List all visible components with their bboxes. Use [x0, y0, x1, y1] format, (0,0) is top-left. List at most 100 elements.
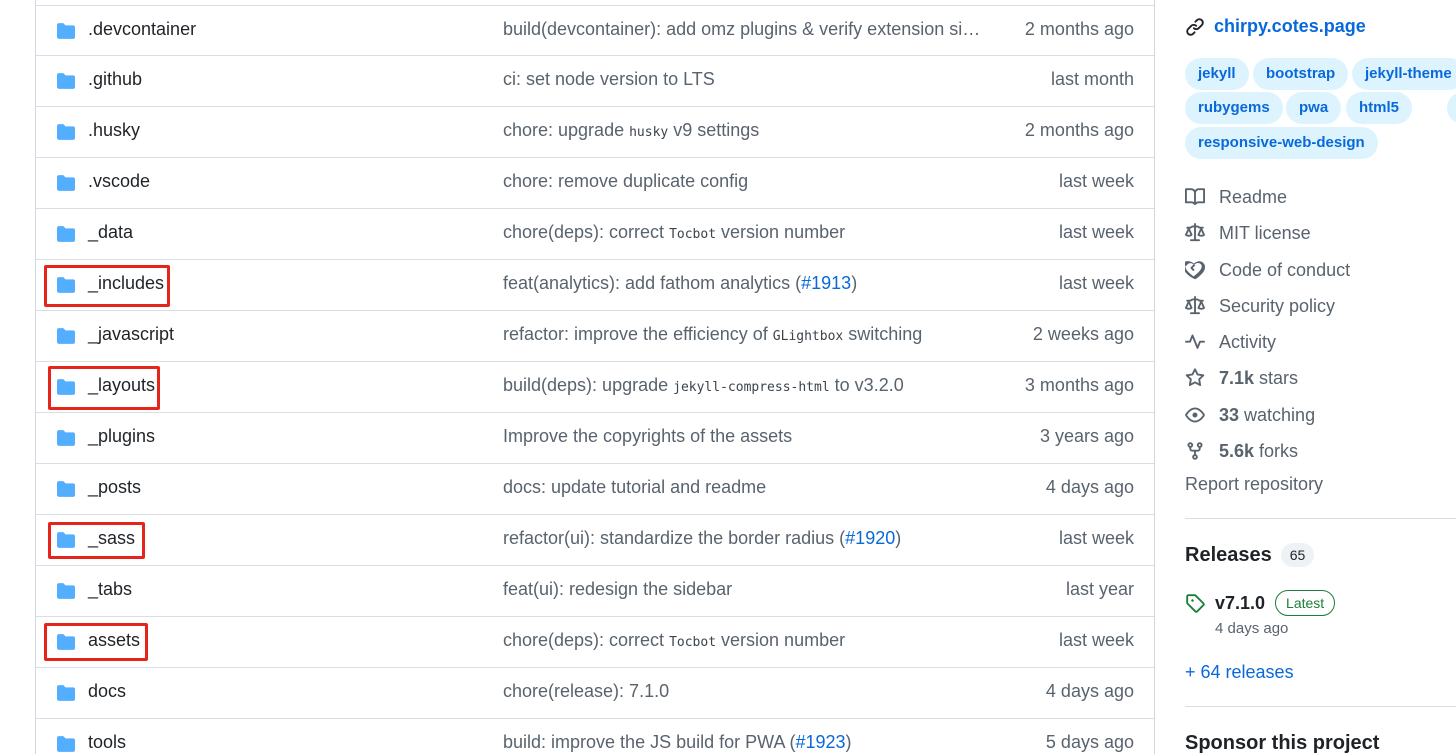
topic-tag[interactable]: bootstrap [1253, 58, 1349, 90]
stars-link[interactable]: 7.1k stars [1185, 365, 1298, 391]
license-link[interactable]: MIT license [1185, 220, 1311, 246]
commit-pr-link[interactable]: #1913 [801, 273, 851, 293]
activity-link[interactable]: Activity [1185, 329, 1276, 355]
file-row[interactable]: .husky chore: upgrade husky v9 settings 2 … [36, 107, 1154, 158]
topic-tag[interactable]: pwa [1286, 92, 1342, 124]
commit-text: switching [843, 324, 923, 344]
file-list: .devcontainer build(devcontainer): add om… [35, 0, 1155, 754]
commit-time: last week [1058, 273, 1134, 293]
file-name-link[interactable]: docs [88, 681, 126, 702]
file-name-link[interactable]: .devcontainer [88, 19, 196, 40]
commit-message[interactable]: feat(analytics): add fathom analytics (#… [503, 273, 857, 294]
security-policy-link[interactable]: Security policy [1185, 293, 1335, 319]
homepage-link-text[interactable]: chirpy.cotes.page [1214, 16, 1366, 37]
watchers-label: watching [1244, 404, 1316, 425]
file-name-link[interactable]: _data [88, 222, 133, 243]
commit-message[interactable]: chore: upgrade husky v9 settings [503, 120, 759, 141]
file-name-link[interactable]: _tabs [88, 579, 132, 600]
watchers-link[interactable]: 33 watching [1185, 402, 1315, 428]
file-name-link[interactable]: tools [88, 732, 126, 753]
file-row[interactable]: _sass refactor(ui): standardize the borde… [36, 515, 1154, 566]
commit-text: refactor(ui): standardize the border rad… [503, 528, 846, 548]
commit-time: 3 years ago [1039, 426, 1134, 446]
law-icon [1185, 296, 1205, 315]
commit-time: last week [1058, 630, 1134, 650]
code-of-conduct-link[interactable]: Code of conduct [1185, 257, 1350, 283]
topic-tag[interactable]: jam [1447, 92, 1456, 124]
file-name-link[interactable]: .husky [88, 120, 140, 141]
file-name-link[interactable]: assets [88, 630, 140, 651]
forks-count: 5.6k [1219, 440, 1255, 461]
stars-count: 7.1k [1219, 367, 1255, 388]
file-name-link[interactable]: _plugins [88, 426, 155, 447]
file-row[interactable]: assets chore(deps): correct Tocbot versio… [36, 617, 1154, 668]
commit-text: chore(release): 7.1.0 [503, 681, 670, 701]
commit-text: feat(analytics): add fathom analytics ( [503, 273, 802, 293]
file-name-link[interactable]: _javascript [88, 324, 174, 345]
folder-icon [57, 277, 75, 293]
commit-text: chore(deps): correct [503, 630, 670, 650]
file-row[interactable]: _plugins Improve the copyrights of the as… [36, 413, 1154, 464]
commit-text: ) [895, 528, 902, 548]
homepage-link[interactable]: chirpy.cotes.page [1185, 16, 1366, 37]
file-row[interactable]: _posts docs: update tutorial and readme 4 … [36, 464, 1154, 515]
folder-icon [57, 73, 75, 89]
law-icon [1185, 223, 1205, 242]
report-repository-link[interactable]: Report repository [1185, 474, 1323, 495]
file-name-link[interactable]: _layouts [88, 375, 155, 396]
file-row[interactable]: .devcontainer build(devcontainer): add om… [36, 5, 1154, 56]
commit-message[interactable]: chore(deps): correct Tocbot version numb… [503, 630, 845, 651]
topic-tag[interactable]: jekyll [1185, 58, 1249, 90]
commit-message[interactable]: build(devcontainer): add omz plugins & v… [503, 19, 987, 40]
file-row[interactable]: _includes feat(analytics): add fathom ana… [36, 260, 1154, 311]
commit-pr-link[interactable]: #1923 [795, 732, 845, 752]
commit-code: Tocbot [669, 227, 717, 242]
commit-time: 3 months ago [1024, 375, 1134, 395]
latest-release[interactable]: v7.1.0 Latest [1185, 590, 1336, 616]
commit-pr-link[interactable]: #1920 [845, 528, 895, 548]
commit-message[interactable]: build: improve the JS build for PWA (#19… [503, 732, 852, 753]
file-row[interactable]: .github ci: set node version to LTS last m… [36, 56, 1154, 107]
commit-code: GLightbox [772, 329, 844, 344]
commit-message[interactable]: refactor(ui): standardize the border rad… [503, 528, 901, 549]
file-row[interactable]: _data chore(deps): correct Tocbot version… [36, 209, 1154, 260]
file-row[interactable]: _tabs feat(ui): redesign the sidebar last … [36, 566, 1154, 617]
watchers-count: 33 [1219, 404, 1240, 425]
topic-tag[interactable]: rubygems [1185, 92, 1283, 124]
file-name-link[interactable]: .github [88, 69, 142, 90]
commit-message[interactable]: ci: set node version to LTS [503, 69, 715, 90]
commit-message[interactable]: chore: remove duplicate config [503, 171, 748, 192]
commit-message[interactable]: refactor: improve the efficiency of GLig… [503, 324, 922, 345]
file-row[interactable]: _javascript refactor: improve the efficie… [36, 311, 1154, 362]
file-name-link[interactable]: _sass [88, 528, 135, 549]
forks-link[interactable]: 5.6k forks [1185, 438, 1298, 464]
topic-tag[interactable]: responsive-web-design [1185, 127, 1378, 159]
topic-tag[interactable]: html5 [1346, 92, 1413, 124]
commit-message[interactable]: build(deps): upgrade jekyll-compress-htm… [503, 375, 904, 396]
file-name-link[interactable]: _includes [88, 273, 164, 294]
file-name-link[interactable]: .vscode [88, 171, 150, 192]
link-icon [1186, 17, 1204, 36]
commit-text: docs: update tutorial and readme [503, 477, 767, 497]
commit-message[interactable]: chore(deps): correct Tocbot version numb… [503, 222, 845, 243]
commit-message[interactable]: docs: update tutorial and readme [503, 477, 766, 498]
file-name-link[interactable]: _posts [88, 477, 141, 498]
file-row[interactable]: docs chore(release): 7.1.0 4 days ago [36, 668, 1154, 719]
releases-heading[interactable]: Releases 65 [1185, 543, 1315, 567]
file-row[interactable]: _layouts build(deps): upgrade jekyll-comp… [36, 362, 1154, 413]
commit-text: refactor: improve the efficiency of [503, 324, 773, 344]
file-row[interactable]: .vscode chore: remove duplicate config las… [36, 158, 1154, 209]
more-releases-link[interactable]: + 64 releases [1185, 662, 1294, 683]
commit-text: ) [845, 732, 852, 752]
commit-message[interactable]: Improve the copyrights of the assets [503, 426, 792, 447]
file-row[interactable]: tools build: improve the JS build for PWA… [36, 719, 1154, 754]
commit-message[interactable]: feat(ui): redesign the sidebar [503, 579, 732, 600]
commit-message[interactable]: chore(release): 7.1.0 [503, 681, 669, 702]
topic-tag[interactable]: jekyll-theme [1352, 58, 1456, 90]
sponsor-heading[interactable]: Sponsor this project [1185, 732, 1379, 754]
commit-text: build(devcontainer): add omz plugins & v… [503, 19, 987, 39]
readme-link[interactable]: Readme [1185, 184, 1287, 210]
commit-text: chore: upgrade [503, 120, 630, 140]
commit-time: last week [1058, 528, 1134, 548]
commit-time: 4 days ago [1045, 477, 1134, 497]
